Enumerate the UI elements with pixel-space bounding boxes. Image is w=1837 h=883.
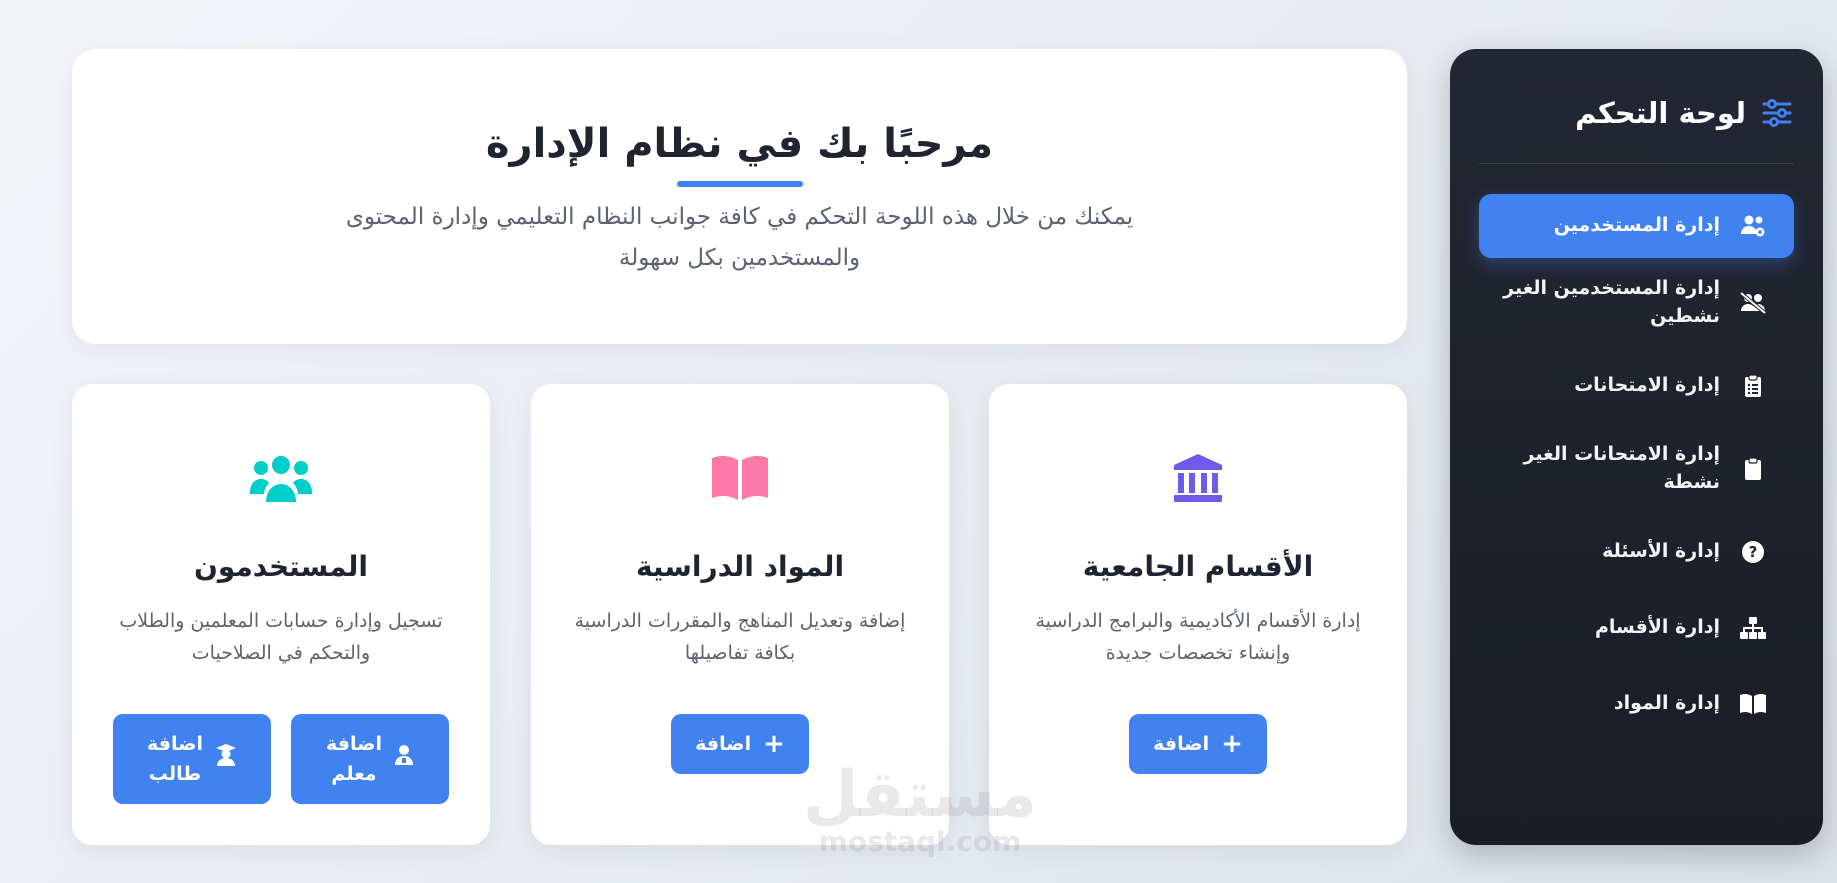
teacher-icon (394, 744, 414, 775)
watermark: مستقل mostaql.com (802, 758, 1038, 858)
sidebar-item-label: إدارة المواد (1613, 692, 1720, 715)
users-cog-icon (1738, 214, 1768, 238)
sidebar-item-label: إدارة المستخدمين (1553, 214, 1720, 237)
add-teacher-button[interactable]: اضافة معلم (291, 714, 449, 804)
sliders-icon (1760, 96, 1794, 130)
add-subject-button[interactable]: + اضافة (671, 714, 809, 774)
sidebar-item-subjects[interactable]: إدارة المواد (1479, 666, 1794, 742)
departments-actions: + اضافة (989, 714, 1407, 774)
users-description: تسجيل وإدارة حسابات المعلمين والطلاب وال… (119, 610, 443, 664)
sidebar-item-departments[interactable]: إدارة الأقسام (1479, 590, 1794, 666)
sidebar-item-inactive-users[interactable]: إدارة المستخدمين الغير نشطين (1479, 258, 1794, 348)
sidebar-menu: إدارة المستخدمين إدارة المستخدمين الغير … (1479, 194, 1794, 742)
sitemap-icon (1738, 617, 1768, 639)
book-open-icon (1738, 693, 1768, 715)
add-teacher-label: اضافة معلم (326, 733, 382, 785)
question-circle-icon: ? (1738, 540, 1768, 564)
sidebar-item-label: إدارة الأسئلة (1602, 540, 1720, 563)
sidebar-item-questions[interactable]: ? إدارة الأسئلة (1479, 514, 1794, 590)
add-student-button[interactable]: اضافة طالب (113, 714, 271, 804)
title-underline (676, 181, 803, 187)
graduation-cap-icon (215, 743, 237, 776)
sidebar-item-label: إدارة الامتحانات (1574, 374, 1720, 397)
add-subject-label: اضافة (695, 733, 752, 755)
plus-icon: + (1221, 729, 1243, 759)
sidebar-item-label: إدارة الأقسام (1594, 616, 1720, 639)
svg-text:?: ? (1749, 543, 1758, 561)
sidebar-item-users[interactable]: إدارة المستخدمين (1479, 194, 1794, 258)
welcome-card: مرحبًا بك في نظام الإدارة يمكنك من خلال … (72, 49, 1407, 344)
users-slash-icon (1738, 291, 1768, 315)
users-icon (72, 448, 490, 508)
users-title: المستخدمون (194, 550, 368, 583)
sidebar-item-exams[interactable]: إدارة الامتحانات (1479, 348, 1794, 424)
subjects-title: المواد الدراسية (635, 550, 845, 583)
add-student-label: اضافة طالب (147, 733, 203, 785)
plus-icon: + (763, 729, 785, 759)
users-actions: اضافة معلم اضافة طالب (72, 714, 490, 804)
clipboard-icon (1738, 457, 1768, 481)
welcome-title: مرحبًا بك في نظام الإدارة (485, 121, 994, 167)
add-department-button[interactable]: + اضافة (1129, 714, 1267, 774)
sidebar-header: لوحة التحكم (1479, 49, 1794, 164)
book-open-icon (531, 448, 949, 508)
departments-description: إدارة الأقسام الأكاديمية والبرامج الدراس… (1035, 610, 1361, 664)
clipboard-list-icon (1738, 374, 1768, 398)
subjects-description: إضافة وتعديل المناهج والمقررات الدراسية … (574, 610, 906, 664)
sidebar-item-label: إدارة الامتحانات الغير نشطة (1523, 443, 1720, 493)
sidebar: لوحة التحكم إدارة المستخدمين إدارة المست… (1450, 49, 1823, 845)
sidebar-title: لوحة التحكم (1575, 96, 1746, 130)
add-department-label: اضافة (1153, 733, 1210, 755)
welcome-description: يمكنك من خلال هذه اللوحة التحكم في كافة … (345, 204, 1134, 271)
university-icon (989, 448, 1407, 508)
sidebar-item-label: إدارة المستخدمين الغير نشطين (1503, 277, 1720, 327)
departments-title: الأقسام الجامعية (1082, 550, 1314, 583)
users-card: المستخدمون تسجيل وإدارة حسابات المعلمين … (72, 384, 490, 845)
departments-card: الأقسام الجامعية إدارة الأقسام الأكاديمي… (989, 384, 1407, 845)
sidebar-item-inactive-exams[interactable]: إدارة الامتحانات الغير نشطة (1479, 424, 1794, 514)
